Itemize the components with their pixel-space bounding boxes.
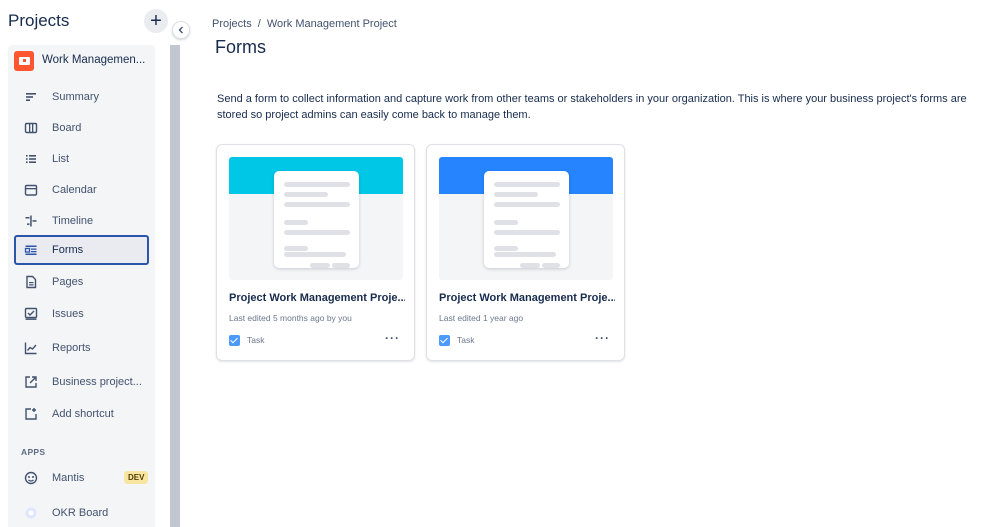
issues-icon (24, 307, 38, 320)
summary-icon (26, 93, 36, 101)
sidebar-item-label: List (52, 153, 70, 165)
list-icon (26, 155, 36, 163)
form-card-type-label: Task (457, 335, 475, 345)
form-card[interactable]: Project Work Management Proje... Last ed… (216, 144, 415, 361)
reports-icon (24, 342, 37, 355)
sidebar-header: Projects + (0, 0, 168, 44)
more-actions-button[interactable]: ··· (595, 331, 610, 345)
timeline-icon (25, 215, 37, 227)
calendar-icon (24, 184, 38, 196)
sidebar-item-label: Pages (52, 276, 84, 288)
form-card[interactable]: Project Work Management Proje... Last ed… (426, 144, 625, 361)
project-name: Work Managemen... (42, 54, 146, 66)
form-card-type: Task (439, 334, 474, 346)
sidebar-item-label: Board (52, 122, 82, 134)
sidebar-item-summary[interactable]: Summary (14, 82, 149, 112)
sidebar-item-reports[interactable]: Reports (14, 333, 149, 363)
create-project-button[interactable]: + (144, 9, 168, 33)
board-icon (24, 122, 38, 134)
chevron-left-icon (178, 26, 183, 34)
okr-icon (25, 507, 37, 519)
form-card-type: Task (229, 334, 264, 346)
project-switcher[interactable]: Work Managemen... (8, 45, 155, 77)
page-description: Send a form to collect information and c… (217, 93, 967, 121)
sidebar-item-forms[interactable]: Forms (14, 235, 149, 265)
sidebar-item-label: Summary (52, 91, 100, 103)
sidebar-resize-handle[interactable] (168, 45, 180, 527)
sidebar-item-label: OKR Board (52, 507, 109, 519)
sidebar-item-pages[interactable]: Pages (14, 267, 149, 297)
forms-icon (24, 245, 37, 255)
form-card-title[interactable]: Project Work Management Proje... (229, 292, 405, 304)
sidebar-item-label: Reports (52, 342, 91, 354)
add-shortcut-icon (25, 408, 37, 420)
sidebar-item-label: Add shortcut (52, 408, 114, 420)
task-icon (439, 334, 450, 346)
form-preview-page (484, 171, 569, 268)
sidebar-item-label: Forms (52, 244, 84, 256)
breadcrumb: Projects / Work Management Project (212, 18, 397, 30)
sidebar: Projects + Work Managemen... Summary Boa… (0, 0, 168, 527)
sidebar-item-list[interactable]: List (14, 144, 149, 174)
task-icon (229, 334, 240, 346)
sidebar-item-board[interactable]: Board (14, 113, 149, 143)
form-card-title[interactable]: Project Work Management Proje... (439, 292, 615, 304)
sidebar-item-mantis[interactable]: Mantis DEV (14, 463, 149, 493)
mantis-icon (24, 471, 38, 485)
pages-icon (26, 275, 37, 289)
page-title: Forms (215, 37, 266, 57)
sidebar-item-label: Business project... (52, 376, 142, 388)
sidebar-item-label: Timeline (52, 215, 94, 227)
form-card-type-label: Task (247, 335, 265, 345)
more-actions-button[interactable]: ··· (385, 331, 400, 345)
form-preview (229, 157, 403, 280)
sidebar-title: Projects (8, 11, 70, 30)
breadcrumb-projects-link[interactable]: Projects (212, 18, 252, 30)
form-preview (439, 157, 613, 280)
external-link-icon (25, 376, 37, 388)
sidebar-item-business-project[interactable]: Business project... (14, 367, 149, 397)
sidebar-item-timeline[interactable]: Timeline (14, 206, 149, 236)
project-avatar-icon (14, 51, 34, 71)
breadcrumb-separator: / (257, 18, 261, 30)
apps-heading: APPS (21, 447, 46, 457)
form-card-last-edited: Last edited 1 year ago (439, 313, 524, 323)
sidebar-panel: Work Managemen... Summary Board List Cal… (8, 45, 155, 527)
form-preview-page (274, 171, 359, 268)
sidebar-item-issues[interactable]: Issues (14, 299, 149, 329)
sidebar-item-okr-board[interactable]: OKR Board (14, 498, 149, 527)
sidebar-item-calendar[interactable]: Calendar (14, 175, 149, 205)
dev-badge: DEV (124, 471, 149, 484)
form-card-last-edited: Last edited 5 months ago by you (229, 313, 352, 323)
sidebar-item-add-shortcut[interactable]: Add shortcut (14, 399, 149, 429)
sidebar-item-label: Calendar (52, 184, 97, 196)
collapse-sidebar-button[interactable] (172, 21, 190, 39)
sidebar-item-label: Issues (52, 308, 84, 320)
breadcrumb-project-link[interactable]: Work Management Project (267, 18, 397, 30)
